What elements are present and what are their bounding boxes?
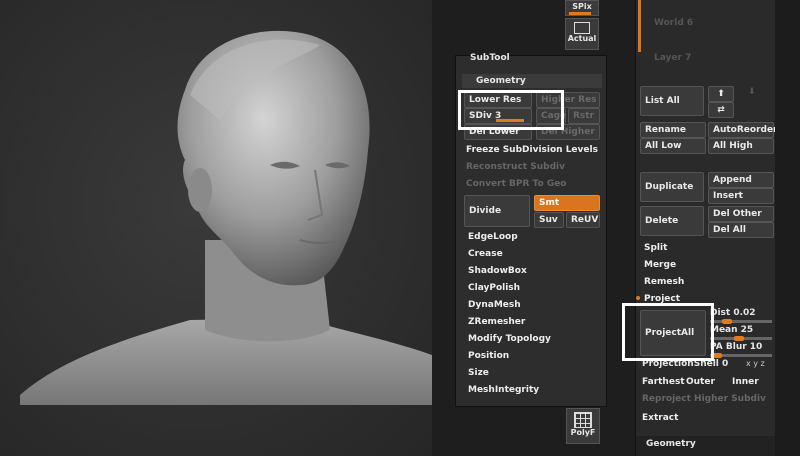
geometry-header[interactable]: Geometry [462,74,602,88]
remesh-item[interactable]: Remesh [644,277,684,287]
viewport-canvas[interactable] [0,0,432,456]
list-all-button[interactable]: List All [640,86,704,116]
actual-label: Actual [567,34,597,43]
rstr-button[interactable]: Rstr [568,108,600,124]
arrow-swap-icon: ⇄ [717,105,725,115]
subtool-list-item-faded-1[interactable]: World 6 [654,18,693,28]
geometry-footer-label: Geometry [646,439,696,449]
auto-reorder-button[interactable]: AutoReorder [708,122,778,138]
outer-toggle[interactable]: Outer [686,377,715,387]
project-bullet-icon [636,296,640,300]
highlight-project-all [622,303,714,361]
reuv-button[interactable]: ReUV [566,212,600,228]
convert-bpr-button[interactable]: Convert BPR To Geo [466,179,567,189]
smt-toggle[interactable]: Smt [534,195,600,211]
far-right-margin [775,0,800,456]
subtool-title: SubTool [470,53,510,63]
dist-label: Dist 0.02 [710,308,756,318]
highlight-lower-res [458,90,564,130]
crease-item[interactable]: Crease [468,249,503,259]
shadowbox-item[interactable]: ShadowBox [468,266,527,276]
extract-item[interactable]: Extract [642,413,678,423]
position-item[interactable]: Position [468,351,509,361]
mean-label: Mean 25 [710,325,754,335]
arrow-up-icon: ⬆ [717,89,725,99]
rename-button[interactable]: Rename [640,122,706,138]
dist-slider[interactable]: Dist 0.02 [710,308,772,324]
edgeloop-item[interactable]: EdgeLoop [468,232,518,242]
suv-toggle[interactable]: Suv [534,212,564,228]
meshintegrity-item[interactable]: MeshIntegrity [468,385,539,395]
all-high-button[interactable]: All High [708,138,774,154]
actual-icon [574,22,590,34]
size-item[interactable]: Size [468,368,489,378]
all-low-button[interactable]: All Low [640,138,706,154]
del-other-button[interactable]: Del Other [708,206,774,222]
divide-button[interactable]: Divide [464,195,530,227]
polyf-icon [574,412,592,428]
modify-topology-item[interactable]: Modify Topology [468,334,551,344]
reconstruct-subdiv-button[interactable]: Reconstruct Subdiv [466,162,565,172]
subtool-list-item-faded-2[interactable]: Layer 7 [654,53,691,63]
right-scrollbar[interactable] [638,0,641,52]
inner-toggle[interactable]: Inner [732,377,759,387]
reproject-higher-subdiv-button[interactable]: Reproject Higher Subdiv [642,394,766,404]
zremesher-item[interactable]: ZRemesher [468,317,525,327]
pa-blur-slider[interactable]: PA Blur 10 [710,342,772,358]
spix-label: SPix [572,2,592,11]
sculpted-head-model [20,30,432,405]
xyz-axis-toggle[interactable]: x y z [746,359,765,368]
split-item[interactable]: Split [644,243,667,253]
arrow-up-button[interactable]: ⬆ [708,86,734,102]
polyf-button[interactable]: PolyF [566,408,600,444]
claypolish-item[interactable]: ClayPolish [468,283,520,293]
freeze-subdivision-button[interactable]: Freeze SubDivision Levels [466,145,598,155]
polyf-label: PolyF [570,428,596,437]
arrow-swap-button[interactable]: ⇄ [708,102,734,118]
duplicate-button[interactable]: Duplicate [640,172,704,202]
mean-slider[interactable]: Mean 25 [710,325,772,341]
merge-item[interactable]: Merge [644,260,676,270]
actual-button[interactable]: Actual [565,18,599,50]
geometry-footer-header[interactable]: Geometry [636,436,776,456]
spix-slider[interactable] [569,12,591,15]
pa-blur-label: PA Blur 10 [710,342,763,352]
delete-button[interactable]: Delete [640,206,704,236]
insert-button[interactable]: Insert [708,188,774,204]
farthest-toggle[interactable]: Farthest [642,377,685,387]
del-all-button[interactable]: Del All [708,222,774,238]
dynamesh-item[interactable]: DynaMesh [468,300,521,310]
subtool-right-panel: World 6 Layer 7 List All ⬆ ⇄ ⬇ Rename Au… [635,0,778,456]
arrow-down-icon[interactable]: ⬇ [748,87,756,97]
append-button[interactable]: Append [708,172,774,188]
